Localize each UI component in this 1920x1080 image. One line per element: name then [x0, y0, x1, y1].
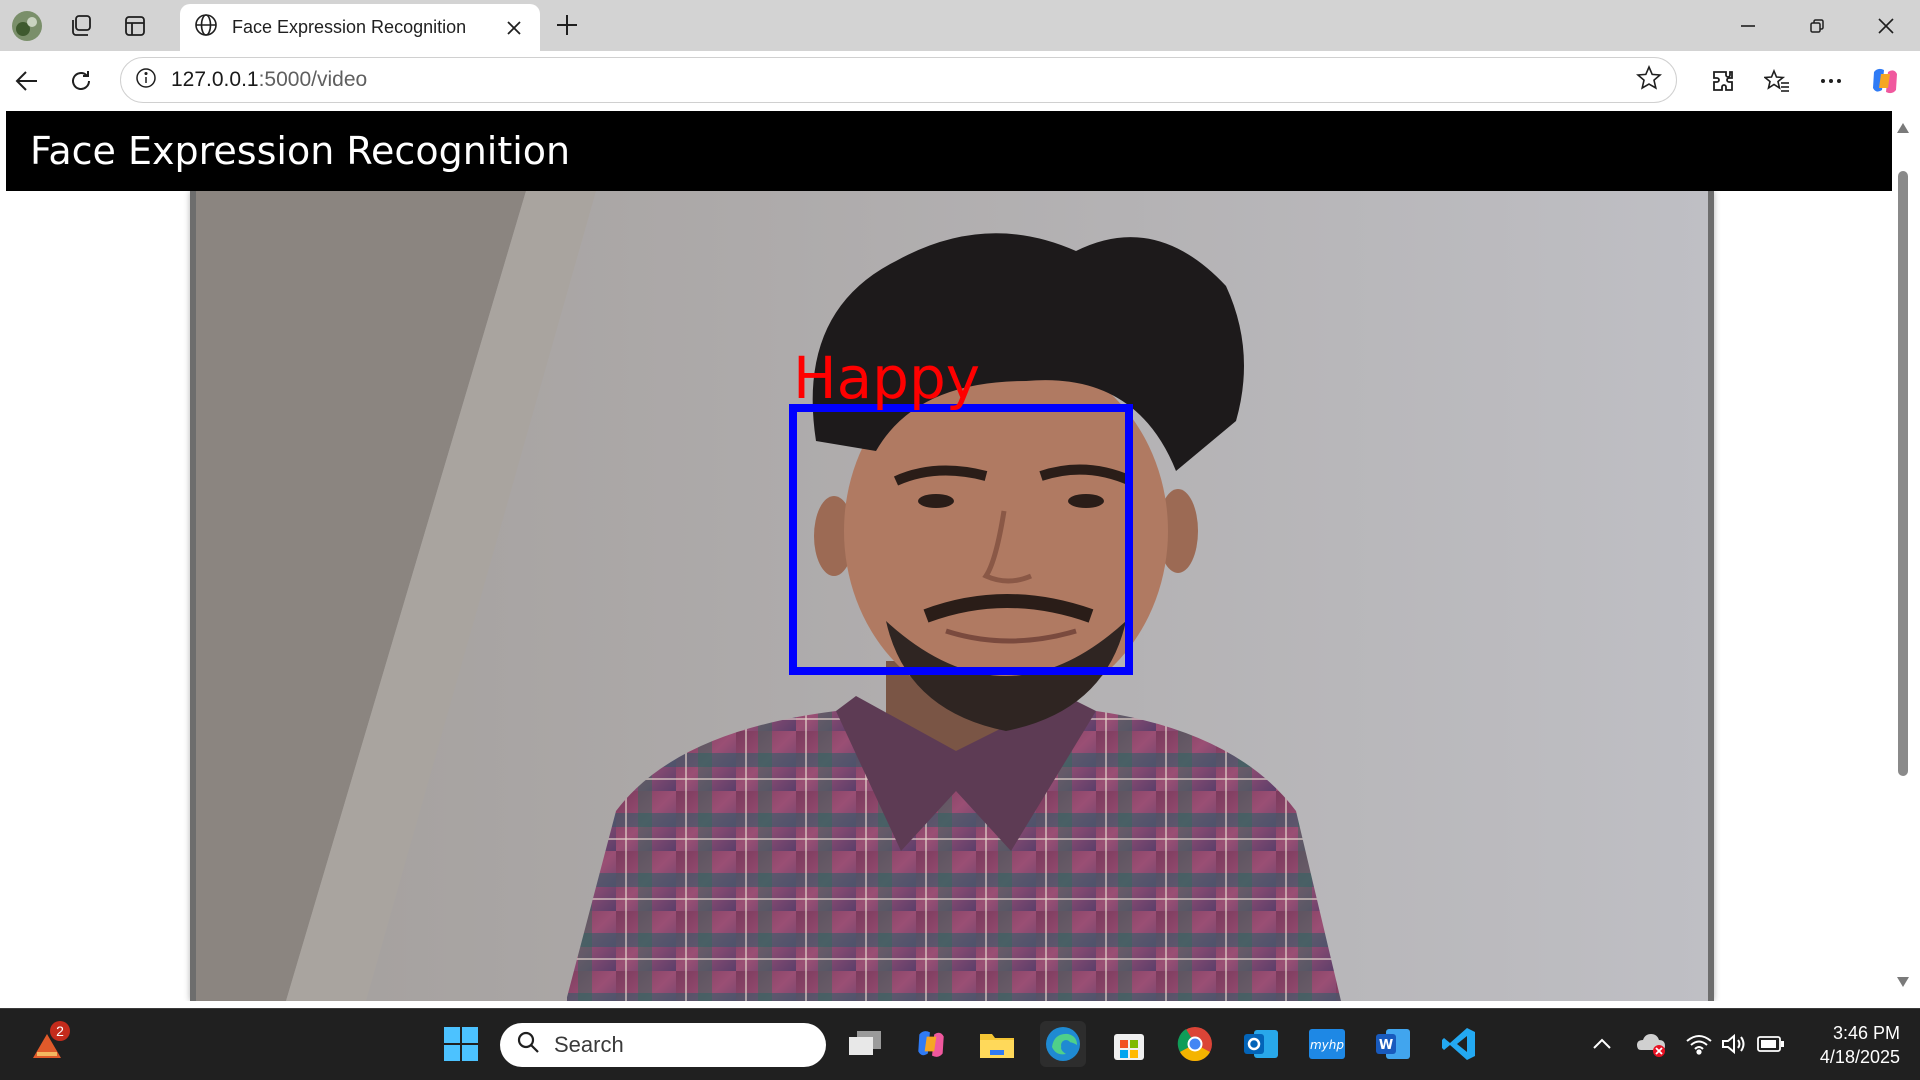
edge-icon[interactable] [1040, 1021, 1086, 1067]
site-info-icon[interactable] [135, 67, 157, 94]
onedrive-error-icon[interactable] [1628, 1021, 1674, 1067]
copilot-icon[interactable] [1858, 54, 1912, 108]
globe-icon [194, 13, 218, 42]
webcam-frame-image: Happy [196, 191, 1708, 1001]
favorite-star-icon[interactable] [1636, 64, 1662, 96]
system-clock[interactable]: 3:46 PM 4/18/2025 [1800, 1021, 1900, 1069]
url-text[interactable]: 127.0.0.1:5000/video [171, 68, 1636, 92]
search-icon [516, 1030, 540, 1060]
more-options-icon[interactable] [1804, 54, 1858, 108]
favorites-icon[interactable] [1750, 54, 1804, 108]
clock-time: 3:46 PM [1832, 1023, 1900, 1043]
file-explorer-icon[interactable] [974, 1021, 1020, 1067]
video-stream: Happy [190, 191, 1714, 1001]
microsoft-store-icon[interactable] [1106, 1021, 1152, 1067]
url-host: 127.0.0.1 [171, 68, 259, 91]
window-controls [1713, 0, 1920, 51]
tab-title: Face Expression Recognition [232, 17, 467, 37]
vertical-tabs-icon[interactable] [108, 0, 162, 51]
minimize-icon[interactable] [1713, 0, 1782, 51]
page-title: Face Expression Recognition [30, 129, 571, 173]
emotion-label: Happy [793, 344, 980, 412]
battery-icon[interactable] [1748, 1021, 1794, 1067]
browser-toolbar: 127.0.0.1:5000/video [0, 51, 1920, 111]
windows-taskbar: 2 Search myhp W 3:46 PM 4/18/2025 [0, 1008, 1920, 1080]
new-tab-button[interactable] [550, 8, 584, 42]
page-scrollbar[interactable] [1892, 111, 1914, 1001]
tab-strip: Face Expression Recognition [0, 0, 1920, 51]
refresh-button[interactable] [54, 54, 108, 108]
svg-text:myhp: myhp [1310, 1038, 1344, 1052]
scroll-up-icon[interactable] [1896, 121, 1910, 135]
chrome-icon[interactable] [1172, 1021, 1218, 1067]
taskbar-search[interactable]: Search [500, 1023, 826, 1067]
scroll-down-icon[interactable] [1896, 975, 1910, 989]
url-path: :5000/video [258, 68, 368, 91]
app-header: Face Expression Recognition [6, 111, 1892, 191]
notification-badge: 2 [50, 1021, 70, 1041]
close-window-icon[interactable] [1851, 0, 1920, 51]
task-view-icon[interactable] [842, 1021, 888, 1067]
back-button[interactable] [0, 54, 54, 108]
close-tab-icon[interactable] [502, 16, 526, 40]
clock-date: 4/18/2025 [1819, 1047, 1900, 1067]
toolbar-right-tools [1696, 54, 1912, 108]
workspaces-icon[interactable] [54, 0, 108, 51]
page-viewport: Face Expression Recognition Happy [6, 111, 1892, 1001]
address-bar[interactable]: 127.0.0.1:5000/video [120, 57, 1677, 103]
myhp-icon[interactable]: myhp [1304, 1021, 1350, 1067]
svg-text:W: W [1379, 1038, 1393, 1053]
search-placeholder: Search [554, 1032, 624, 1057]
outlook-icon[interactable] [1238, 1021, 1284, 1067]
show-hidden-icons-icon[interactable] [1578, 1021, 1626, 1067]
copilot-taskbar-icon[interactable] [908, 1021, 954, 1067]
restore-icon[interactable] [1782, 0, 1851, 51]
profile-avatar-icon[interactable] [0, 0, 54, 51]
vscode-icon[interactable] [1436, 1021, 1482, 1067]
active-tab[interactable]: Face Expression Recognition [180, 4, 540, 51]
scroll-thumb[interactable] [1898, 171, 1908, 776]
word-icon[interactable]: W [1370, 1021, 1416, 1067]
extensions-icon[interactable] [1696, 54, 1750, 108]
start-icon[interactable] [438, 1021, 484, 1067]
